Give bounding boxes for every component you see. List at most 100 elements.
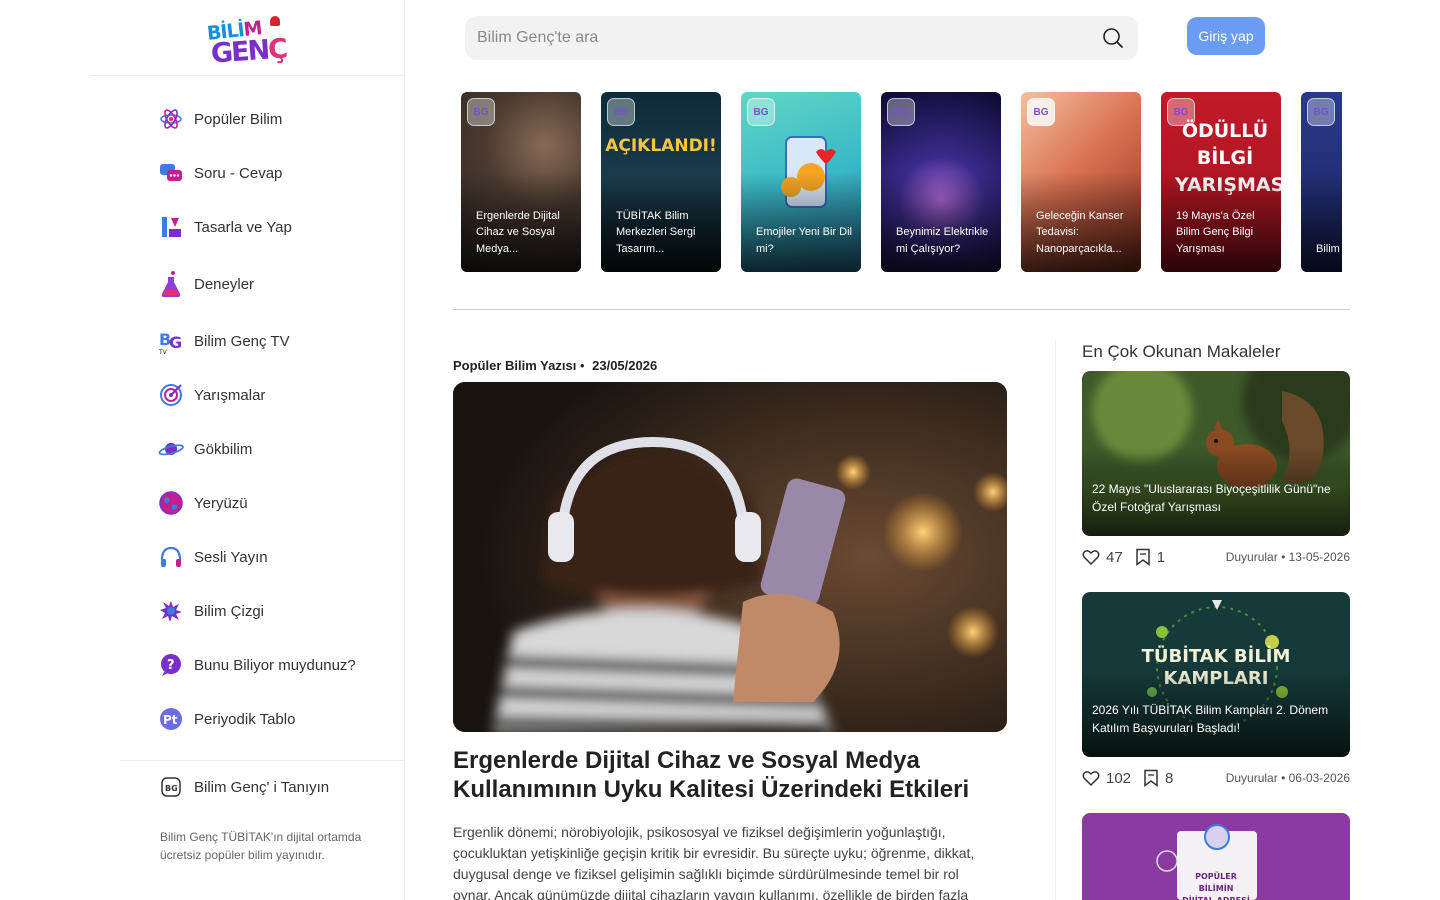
sidebar-item-label: Yarışmalar <box>194 386 266 404</box>
bookmark-icon <box>1135 548 1150 566</box>
sidebar-item-bilim-cizgi[interactable]: Bilim Çizgi <box>158 584 398 638</box>
flask-icon <box>158 271 184 297</box>
story-carousel: BG Ergenlerde Dijital Cihaz ve Sosyal Me… <box>461 92 1342 272</box>
heart-icon <box>1082 770 1100 786</box>
story-title: Emojiler Yeni Bir Dil mi? <box>756 226 852 255</box>
save-count: 1 <box>1156 548 1166 566</box>
search-input[interactable] <box>465 29 1085 47</box>
story-card[interactable]: BG Emojiler Yeni Bir Dil mi? <box>741 92 861 272</box>
sidebar-item-label: Tasarla ve Yap <box>194 218 292 236</box>
bg-badge-icon: BG <box>607 98 635 126</box>
story-overlay-text: AÇIKLANDI! <box>605 136 717 156</box>
sidebar-item-soru-cevap[interactable]: Soru - Cevap <box>158 146 398 200</box>
card-title: 22 Mayıs "Uluslararası Biyoçeşitlilik Gü… <box>1092 482 1331 514</box>
planet-icon <box>158 436 184 462</box>
sidebar-item-label: Gökbilim <box>194 440 253 458</box>
about-label: Bilim Genç' i Tanıyın <box>194 778 330 796</box>
sidebar-item-label: Soru - Cevap <box>194 164 283 182</box>
section-divider <box>453 309 1350 310</box>
most-read-card[interactable]: POPÜLER BİLİMİN DİJİTAL ADRESİ <box>1082 813 1350 900</box>
sidebar-item-periyodik-tablo[interactable]: Pt Periyodik Tablo <box>158 692 398 746</box>
sidebar-item-deneyler[interactable]: Deneyler <box>158 254 398 314</box>
sidebar-item-gokbilim[interactable]: Gökbilim <box>158 422 398 476</box>
search-bar <box>465 16 1138 60</box>
article-hero-image[interactable] <box>453 382 1007 732</box>
story-title: Geleceğin Kanser Tedavisi: Nanoparçacıkl… <box>1036 209 1124 255</box>
heart-icon <box>1082 549 1100 565</box>
sidebar-item-label: Bilim Genç TV <box>194 332 290 350</box>
bg-badge-icon: BG <box>1307 98 1335 126</box>
sidebar-item-yarismalar[interactable]: Yarışmalar <box>158 368 398 422</box>
story-card[interactable]: BG Ergenlerde Dijital Cihaz ve Sosyal Me… <box>461 92 581 272</box>
sidebar-nav: Popüler Bilim Soru - Cevap Tasarla ve Ya… <box>158 92 398 746</box>
chat-bubbles-icon <box>158 160 184 186</box>
like-button[interactable]: 47 <box>1082 549 1123 566</box>
article-date: 23/05/2026 <box>592 358 658 373</box>
about-bilim-genc-link[interactable]: BG Bilim Genç' i Tanıyın <box>158 772 329 802</box>
most-read-card[interactable]: TÜBİTAK BİLİM KAMPLARI 2026 Yılı TÜBİTAK… <box>1082 592 1350 757</box>
bg-badge-icon: BG <box>887 98 915 126</box>
bg-badge-icon: BG <box>1027 98 1055 126</box>
card-category-date: Duyurular • 13-05-2026 <box>1225 550 1350 564</box>
sidebar-item-label: Periyodik Tablo <box>194 710 296 728</box>
sidebar-item-label: Yeryüzü <box>194 494 248 512</box>
story-card[interactable]: BG Bilim Kafe Etkin... <box>1301 92 1342 272</box>
bg-badge-icon: BG <box>158 774 184 800</box>
svg-text:TV: TV <box>159 349 168 354</box>
svg-text:Pt: Pt <box>163 713 178 727</box>
bilim-genc-logo[interactable]: BİLİM GENÇ <box>206 8 287 69</box>
about-description: Bilim Genç TÜBİTAK'ın dijital ortamda üc… <box>160 830 362 862</box>
sidebar-item-label: Bilim Çizgi <box>194 602 265 620</box>
splash-icon <box>158 598 184 624</box>
story-title: 19 Mayıs'a Özel Bilim Genç Bilgi Yarışma… <box>1176 209 1255 255</box>
story-card[interactable]: BG Geleceğin Kanser Tedavisi: Nanoparçac… <box>1021 92 1141 272</box>
svg-text:BG: BG <box>165 784 178 793</box>
login-button[interactable]: Giriş yap <box>1187 17 1265 55</box>
tubitak-mark-icon <box>270 15 280 26</box>
search-icon[interactable] <box>1102 27 1124 49</box>
sidebar-item-populer-bilim[interactable]: Popüler Bilim <box>158 92 398 146</box>
sidebar-item-bilim-genc-tv[interactable]: B G TV Bilim Genç TV <box>158 314 398 368</box>
article-category[interactable]: Popüler Bilim Yazısı <box>453 358 576 373</box>
card-overlay-text: POPÜLER BİLİMİN DİJİTAL ADRESİ <box>1182 872 1250 900</box>
story-title: Ergenlerde Dijital Cihaz ve Sosyal Medya… <box>476 209 560 255</box>
like-count: 47 <box>1106 548 1123 566</box>
target-icon <box>158 382 184 408</box>
bookmark-icon <box>1144 769 1158 787</box>
like-button[interactable]: 102 <box>1082 770 1131 787</box>
card-stats: 47 1 Duyurular • 13-05-2026 <box>1082 546 1350 568</box>
story-title: Bilim Kafe Etkin... <box>1316 242 1342 255</box>
bg-badge-icon: BG <box>467 98 495 126</box>
sidebar-item-bunu-biliyor-muydunuz[interactable]: ? Bunu Biliyor muydunuz? <box>158 638 398 692</box>
card-stats: 102 8 Duyurular • 06-03-2026 <box>1082 767 1350 789</box>
story-title: TÜBİTAK Bilim Merkezleri Sergi Tasarım..… <box>616 209 696 255</box>
sidebar-item-sesli-yayin[interactable]: Sesli Yayın <box>158 530 398 584</box>
headphones-icon <box>158 544 184 570</box>
story-card[interactable]: ÖDÜLLÜ BİLGİ YARIŞMASI BG 19 Mayıs'a Öze… <box>1161 92 1281 272</box>
atom-icon <box>158 106 184 132</box>
logo-area: BİLİM GENÇ <box>90 0 404 76</box>
question-bubble-icon: ? <box>158 652 184 678</box>
sidebar: BİLİM GENÇ Popüler Bilim Soru - Cevap Ta… <box>0 0 405 900</box>
save-button[interactable]: 1 <box>1135 548 1165 566</box>
sidebar-item-label: Bunu Biliyor muydunuz? <box>194 656 356 674</box>
column-divider <box>1055 340 1056 900</box>
most-read-card[interactable]: 22 Mayıs "Uluslararası Biyoçeşitlilik Gü… <box>1082 371 1350 536</box>
card-title: 2026 Yılı TÜBİTAK Bilim Kampları 2. Döne… <box>1092 703 1329 735</box>
story-card[interactable]: AÇIKLANDI! BG TÜBİTAK Bilim Merkezleri S… <box>601 92 721 272</box>
most-read-heading: En Çok Okunan Makaleler <box>1082 342 1281 361</box>
sidebar-item-yeryuzu[interactable]: Yeryüzü <box>158 476 398 530</box>
bg-badge-icon: BG <box>747 98 775 126</box>
save-button[interactable]: 8 <box>1143 769 1173 787</box>
sidebar-divider <box>120 760 404 761</box>
article-excerpt: Ergenlik dönemi; nörobiyolojik, psikosos… <box>453 824 975 900</box>
svg-text:G: G <box>169 333 182 352</box>
save-count: 8 <box>1165 769 1174 787</box>
sidebar-item-tasarla-ve-yap[interactable]: Tasarla ve Yap <box>158 200 398 254</box>
article-meta: Popüler Bilim Yazısı • 23/05/2026 <box>453 358 657 373</box>
story-title: Beynimiz Elektrikle mi Çalışıyor? <box>896 226 989 255</box>
meta-separator: • <box>579 358 585 373</box>
story-card[interactable]: BG Beynimiz Elektrikle mi Çalışıyor? <box>881 92 1001 272</box>
article-title[interactable]: Ergenlerde Dijital Cihaz ve Sosyal Medya… <box>453 746 1013 804</box>
ruler-tools-icon <box>158 214 184 240</box>
